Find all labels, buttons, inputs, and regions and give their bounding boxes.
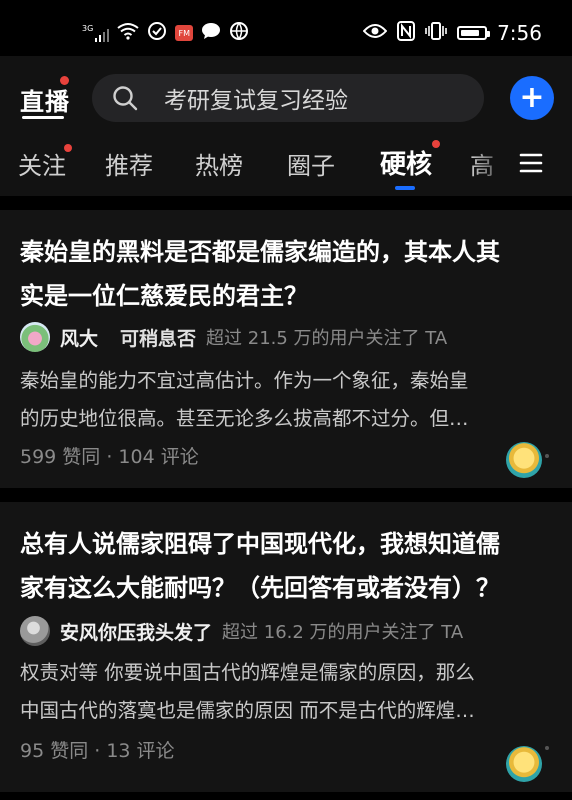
card-title-line: 秦始皇的黑料是否都是儒家编造的，其本人其 <box>20 238 500 266</box>
tab-fade-overlay <box>470 146 520 186</box>
card-excerpt[interactable]: 秦始皇的能力不宜过高估计。作为一个象征，秦始皇 的历史地位很高。甚至无论多么拔高… <box>20 362 556 438</box>
author-bio: 可稍息否 <box>120 327 197 350</box>
add-button[interactable]: + <box>510 76 554 120</box>
live-notification-dot <box>60 76 69 85</box>
status-bar: 3G FM 7:56 <box>0 0 572 56</box>
live-underline <box>22 116 64 119</box>
avatar[interactable] <box>20 322 50 352</box>
excerpt-line: 的历史地位很高。甚至无论多么拔高都不过分。但… <box>20 407 469 430</box>
follower-count: 超过 21.5 万的用户关注了 TA <box>206 328 448 349</box>
feed-divider <box>0 792 572 800</box>
nfc-icon <box>397 21 416 45</box>
card-excerpt[interactable]: 权责对等 你要说中国古代的辉煌是儒家的原因，那么 中国古代的落寞也是儒家的原因 … <box>20 654 556 730</box>
signal-icon: 3G <box>82 24 110 42</box>
menu-icon[interactable] <box>518 150 546 178</box>
card-stats: 599 赞同 · 104 评论 <box>20 446 199 468</box>
excerpt-line: 中国古代的落寞也是儒家的原因 而不是古代的辉煌… <box>20 699 475 722</box>
search-icon <box>112 74 152 122</box>
shield-app-icon <box>147 21 167 45</box>
tab-hot[interactable]: 热榜 <box>195 146 243 181</box>
search-placeholder: 考研复试复习经验 <box>164 88 348 114</box>
author-name[interactable]: 风大 <box>60 324 98 351</box>
tab-follow-dot <box>64 144 72 152</box>
chat-bubble-icon <box>201 22 221 44</box>
search-bar[interactable]: 考研复试复习经验 <box>92 74 484 122</box>
author-row[interactable]: 风大 可稍息否 超过 21.5 万的用户关注了 TA <box>20 320 447 354</box>
feed-divider <box>0 196 572 210</box>
vibrate-icon <box>425 21 447 45</box>
tab-hardcore-dot <box>432 140 440 148</box>
tab-follow[interactable]: 关注 <box>18 146 66 181</box>
author-row[interactable]: 安风你压我头发了 超过 16.2 万的用户关注了 TA <box>20 614 463 648</box>
status-icons-left: 3G FM <box>82 20 249 46</box>
eye-icon <box>362 23 388 43</box>
more-dot-icon <box>545 746 549 750</box>
card-title[interactable]: 秦始皇的黑料是否都是儒家编造的，其本人其 实是一位仁慈爱民的君主？ <box>20 230 552 318</box>
feed-card[interactable]: 秦始皇的黑料是否都是儒家编造的，其本人其 实是一位仁慈爱民的君主？ 风大 可稍息… <box>0 210 572 488</box>
author-name[interactable]: 安风你压我头发了 <box>60 618 212 645</box>
network-type: 3G <box>82 24 94 33</box>
excerpt-line: 秦始皇的能力不宜过高估计。作为一个象征，秦始皇 <box>20 369 469 392</box>
feed-card[interactable]: 总有人说儒家阻碍了中国现代化，我想知道儒 家有这么大能耐吗？（先回答有或者没有）… <box>0 502 572 792</box>
status-time: 7:56 <box>497 21 542 45</box>
tab-circles[interactable]: 圈子 <box>287 146 335 181</box>
card-title-line: 实是一位仁慈爱民的君主？ <box>20 282 308 310</box>
card-title[interactable]: 总有人说儒家阻碍了中国现代化，我想知道儒 家有这么大能耐吗？（先回答有或者没有）… <box>20 522 552 610</box>
status-icons-right: 7:56 <box>362 20 542 46</box>
globe-app-icon <box>229 21 249 45</box>
fm-app-icon: FM <box>175 25 194 41</box>
excerpt-line: 权责对等 你要说中国古代的辉煌是儒家的原因，那么 <box>20 661 475 684</box>
tab-hardcore[interactable]: 硬核 <box>380 144 432 181</box>
wifi-icon <box>117 22 139 44</box>
follower-count: 超过 16.2 万的用户关注了 TA <box>222 622 464 643</box>
card-stats: 95 赞同 · 13 评论 <box>20 740 175 762</box>
medal-icon[interactable] <box>506 746 542 782</box>
battery-icon <box>457 26 491 40</box>
active-tab-indicator <box>395 186 415 190</box>
more-dot-icon <box>545 454 549 458</box>
live-button[interactable]: 直播 <box>20 82 70 117</box>
tab-recommend[interactable]: 推荐 <box>105 146 153 181</box>
feed-divider <box>0 488 572 502</box>
card-title-line: 总有人说儒家阻碍了中国现代化，我想知道儒 <box>20 530 500 558</box>
avatar[interactable] <box>20 616 50 646</box>
card-title-line: 家有这么大能耐吗？（先回答有或者没有）？ <box>20 574 500 602</box>
medal-icon[interactable] <box>506 442 542 478</box>
